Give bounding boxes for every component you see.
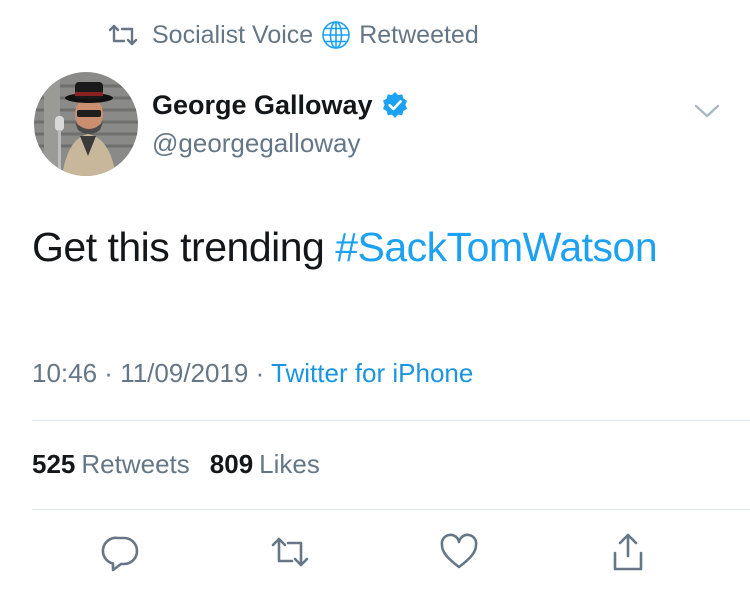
like-icon	[440, 533, 478, 569]
author-name[interactable]: George Galloway	[152, 90, 373, 121]
author-handle[interactable]: @georgegalloway	[152, 128, 409, 159]
retweets-count: 525	[32, 449, 76, 479]
like-button[interactable]	[437, 530, 481, 574]
tweet-detail: Socialist Voice Retweeted George Gallowa…	[0, 0, 750, 594]
tweet-date: 11/09/2019	[120, 358, 249, 388]
chevron-down-icon[interactable]	[690, 98, 724, 122]
retweets-label: Retweets	[81, 449, 190, 479]
retweet-icon	[271, 537, 309, 567]
retweet-button[interactable]	[268, 530, 312, 574]
reply-button[interactable]	[99, 530, 143, 574]
retweeter-name[interactable]: Socialist Voice	[152, 21, 313, 50]
globe-icon	[322, 21, 351, 49]
likes-count: 809	[209, 449, 254, 479]
divider	[32, 509, 750, 510]
meta-separator: ·	[97, 358, 121, 388]
share-button[interactable]	[606, 530, 650, 574]
action-bar	[0, 530, 750, 574]
reply-icon	[101, 536, 139, 572]
retweet-context: Socialist Voice Retweeted	[108, 18, 479, 52]
share-icon	[613, 533, 643, 571]
likes-stat[interactable]: 809 Likes	[210, 449, 320, 480]
meta-separator: ·	[248, 358, 272, 388]
retweets-stat[interactable]: 525 Retweets	[32, 449, 190, 480]
tweet-body: Get this trending	[32, 224, 336, 270]
hashtag-link[interactable]: #SackTomWatson	[335, 224, 657, 270]
tweet-time: 10:46	[32, 358, 98, 388]
tweet-text: Get this trending #SackTomWatson	[32, 224, 658, 271]
divider	[32, 420, 750, 421]
likes-label: Likes	[259, 449, 320, 479]
tweet-meta: 10:46 · 11/09/2019 · Twitter for iPhone	[32, 358, 473, 389]
verified-badge-icon	[382, 92, 407, 118]
tweet-source-link[interactable]: Twitter for iPhone	[271, 358, 473, 388]
avatar[interactable]	[34, 72, 138, 176]
retweet-icon	[108, 24, 138, 46]
author-block[interactable]: George Galloway @georgegalloway	[152, 86, 409, 159]
tweet-stats: 525 Retweets 809 Likes	[32, 449, 320, 480]
retweeted-label: Retweeted	[359, 20, 479, 49]
